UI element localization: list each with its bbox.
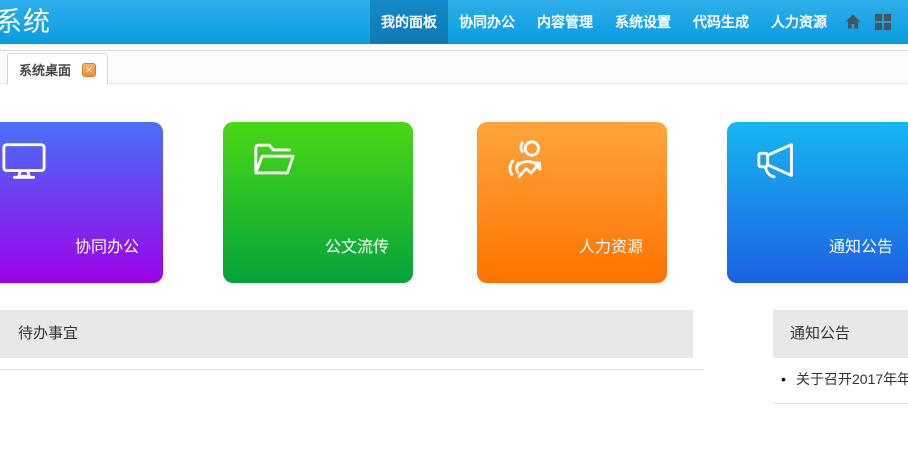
tab-label: 系统桌面 [19, 60, 71, 79]
todo-divider [0, 369, 703, 370]
tile-collaboration[interactable]: 协同办公 [0, 122, 163, 283]
folder-open-icon [251, 138, 297, 184]
nav-human-resources[interactable]: 人力资源 [760, 0, 838, 44]
monitor-icon [1, 138, 47, 184]
main-nav: 我的面板 协同办公 内容管理 系统设置 代码生成 人力资源 [370, 0, 898, 44]
home-icon[interactable] [838, 0, 868, 44]
notice-panel-header: 通知公告 [773, 310, 908, 358]
notice-list: 关于召开2017年年 [779, 369, 908, 389]
tab-system-desktop[interactable]: 系统桌面 ✕ [7, 53, 108, 85]
nav-content-management[interactable]: 内容管理 [526, 0, 604, 44]
notice-item[interactable]: 关于召开2017年年 [779, 369, 908, 389]
tab-bar: 系统桌面 ✕ [0, 50, 908, 84]
megaphone-icon [755, 138, 801, 184]
tile-label: 公文流传 [325, 233, 389, 257]
top-header: 系统 我的面板 协同办公 内容管理 系统设置 代码生成 人力资源 [0, 0, 908, 44]
tile-document-flow[interactable]: 公文流传 [223, 122, 413, 283]
tile-label: 人力资源 [579, 233, 643, 257]
tab-close-icon[interactable]: ✕ [82, 63, 96, 77]
tile-notices[interactable]: 通知公告 [727, 122, 908, 283]
grid-icon[interactable] [868, 0, 898, 44]
todo-panel-header: 待办事宜 [0, 310, 693, 358]
tile-label: 通知公告 [829, 233, 893, 257]
screen: 系统 我的面板 协同办公 内容管理 系统设置 代码生成 人力资源 系统桌面 ✕ [0, 0, 908, 454]
tile-human-resources[interactable]: 人力资源 [477, 122, 667, 283]
nav-collaboration[interactable]: 协同办公 [448, 0, 526, 44]
running-person-icon [505, 138, 551, 184]
nav-code-generation[interactable]: 代码生成 [682, 0, 760, 44]
tile-label: 协同办公 [75, 233, 139, 257]
app-title: 系统 [0, 0, 51, 44]
nav-my-dashboard[interactable]: 我的面板 [370, 0, 448, 44]
notice-divider [773, 403, 908, 404]
nav-system-settings[interactable]: 系统设置 [604, 0, 682, 44]
